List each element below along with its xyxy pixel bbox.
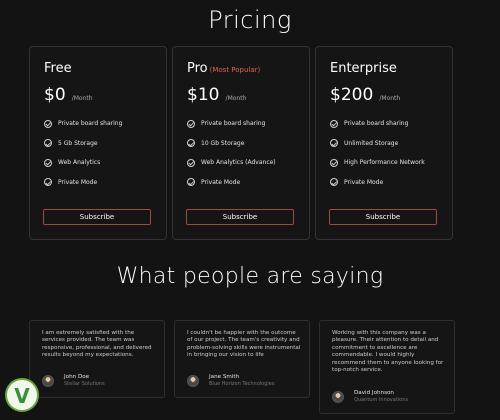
plan-tag-most-popular: (Most Popular) <box>209 66 261 74</box>
feature-list: Private board sharing Unlimited Storage … <box>330 114 425 192</box>
testimonial-list: I am extremely satisfied with the servic… <box>29 320 469 420</box>
plan-name: Free <box>44 61 72 76</box>
check-circle-icon <box>187 119 195 128</box>
logo-watermark <box>5 378 39 412</box>
testimonial-author: Jane Smith Blue Horizon Technologies <box>187 373 274 388</box>
avatar <box>332 390 344 403</box>
subscribe-button-pro[interactable]: Subscribe <box>186 209 294 225</box>
subscribe-button-enterprise[interactable]: Subscribe <box>329 209 437 225</box>
plan-price-row: $10 /Month <box>187 85 246 105</box>
check-circle-icon <box>330 119 338 128</box>
subscribe-button-free[interactable]: Subscribe <box>43 209 151 225</box>
feature-list: Private board sharing 10 Gb Storage Web … <box>187 114 276 192</box>
feature-item: 10 Gb Storage <box>187 134 276 154</box>
plan-card-free: Free $0 /Month Private board sharing 5 G… <box>29 46 167 240</box>
plan-price-row: $200 /Month <box>330 85 400 105</box>
pricing-plans: Free $0 /Month Private board sharing 5 G… <box>29 46 469 240</box>
feature-item: Web Analytics (Advance) <box>187 153 276 173</box>
check-circle-icon <box>330 158 338 167</box>
feature-item: Unlimited Storage <box>330 134 425 154</box>
plan-price: $0 <box>44 85 66 105</box>
author-company: Quantum Innovations <box>354 397 409 403</box>
author-name: David Johnson <box>354 390 394 396</box>
testimonials-title: What people are saying <box>116 264 384 289</box>
testimonial-card: Working with this company was a pleasure… <box>319 320 455 414</box>
check-circle-icon <box>187 178 195 187</box>
feature-list: Private board sharing 5 Gb Storage Web A… <box>44 114 122 192</box>
testimonial-author: David Johnson Quantum Innovations <box>332 389 408 404</box>
author-company: Stellar Solutions <box>64 381 105 387</box>
check-circle-icon <box>330 178 338 187</box>
avatar <box>187 374 199 387</box>
feature-item: Web Analytics <box>44 153 122 173</box>
feature-item: Private Mode <box>187 173 276 193</box>
author-name: Jane Smith <box>209 374 240 380</box>
feature-item: High Performance Network <box>330 153 425 173</box>
plan-price: $10 <box>187 85 220 105</box>
plan-name: Pro (Most Popular) <box>187 61 261 76</box>
check-circle-icon <box>44 139 52 148</box>
plan-period: /Month <box>379 95 401 102</box>
testimonial-quote: I am extremely satisfied with the servic… <box>42 330 152 359</box>
plan-price: $200 <box>330 85 374 105</box>
feature-item: Private board sharing <box>44 114 122 134</box>
check-circle-icon <box>187 158 195 167</box>
plan-price-row: $0 /Month <box>44 85 93 105</box>
author-company: Blue Horizon Technologies <box>209 381 275 387</box>
feature-item: Private Mode <box>330 173 425 193</box>
author-name: John Doe <box>64 374 90 380</box>
plan-period: /Month <box>225 95 247 102</box>
feature-item: Private board sharing <box>330 114 425 134</box>
check-circle-icon <box>187 139 195 148</box>
testimonial-author: John Doe Stellar Solutions <box>42 373 105 388</box>
check-circle-icon <box>330 139 338 148</box>
plan-card-enterprise: Enterprise $200 /Month Private board sha… <box>315 46 453 240</box>
testimonial-card: I am extremely satisfied with the servic… <box>29 320 165 398</box>
plan-card-pro: Pro (Most Popular) $10 /Month Private boa… <box>172 46 310 240</box>
check-circle-icon <box>44 178 52 187</box>
testimonial-quote: I couldn't be happier with the outcome o… <box>187 330 301 359</box>
pricing-title: Pricing <box>208 6 292 34</box>
avatar <box>42 374 54 387</box>
feature-item: Private board sharing <box>187 114 276 134</box>
feature-item: 5 Gb Storage <box>44 134 122 154</box>
testimonial-card: I couldn't be happier with the outcome o… <box>174 320 310 398</box>
check-circle-icon <box>44 158 52 167</box>
testimonial-quote: Working with this company was a pleasure… <box>332 330 444 374</box>
check-circle-icon <box>44 119 52 128</box>
plan-name: Enterprise <box>330 61 397 76</box>
plan-period: /Month <box>71 95 93 102</box>
feature-item: Private Mode <box>44 173 122 193</box>
